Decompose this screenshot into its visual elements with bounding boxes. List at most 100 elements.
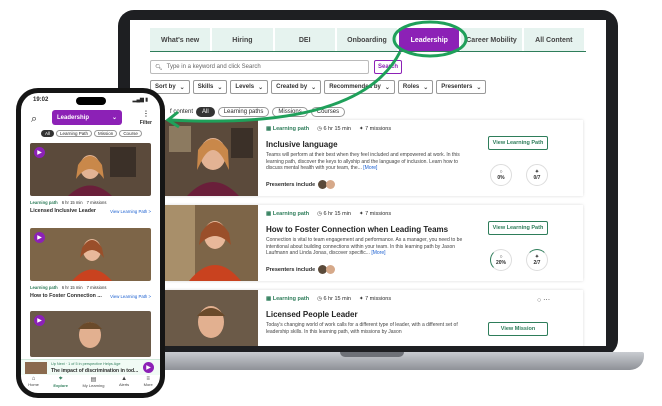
tab-all-content[interactable]: All Content [523,28,584,52]
chip-missions[interactable]: Missions [272,107,308,117]
chip-courses[interactable]: Courses [310,107,346,117]
content-type-filter: f content All Learning paths Missions Co… [170,107,346,117]
card-title[interactable]: How to Foster Connection when Leading Te… [266,225,448,234]
card-title[interactable]: Licensed Inclusive Leader [30,208,96,214]
content-card[interactable]: ▦ Learning path ◷ 6 hr 15 min ✦ 7 missio… [165,205,583,281]
card-thumbnail[interactable] [165,290,258,346]
tab-dei[interactable]: DEI [274,28,335,52]
nav-label: My Learning [82,383,105,388]
nav-more[interactable]: ≡ More [144,376,153,393]
card-thumbnail[interactable] [165,120,258,196]
presenter-photo [165,290,258,346]
filter-label: Roles [402,84,420,90]
card-meta: ▦ Learning path ◷ 6 hr 15 min ✦ 7 missio… [266,126,391,132]
nav-alerts[interactable]: ▲ Alerts [119,376,129,393]
search-button[interactable]: Search [374,60,402,74]
search-placeholder: Type in a keyword and click Search [166,64,261,70]
card-title-row: Licensed Inclusive Leader View Learning … [30,208,151,214]
chip-all[interactable]: All [41,130,55,137]
more-link[interactable]: [More] [371,250,385,256]
presenter-photo [165,120,258,196]
presenter-photo [165,205,258,281]
filter-skills[interactable]: Skills ⌄ [192,80,228,94]
chevron-down-icon: ⌄ [311,84,317,91]
laptop-screen: What's new Hiring DEI Onboarding Leaders… [130,20,606,346]
play-icon[interactable]: ▶ [34,232,45,243]
mini-player-subtitle: Up Next · 1 of 5 in perspective Helps Ag… [51,362,121,366]
card-description: Today's changing world of work calls for… [266,322,458,335]
view-mission-button[interactable]: View Mission [488,322,548,336]
card-thumbnail[interactable]: ▶ [30,311,151,357]
search-icon[interactable]: ⌕ [31,113,37,126]
duration: 6 hr 15 min [61,200,83,205]
card-thumbnail[interactable]: ▶ [30,228,151,281]
nav-home[interactable]: ⌂ Home [28,376,39,393]
content-card[interactable]: ▦ Learning path ◷ 6 hr 15 min ✦ 7 missio… [165,120,583,196]
search-input[interactable]: 🔍︎ Type in a keyword and click Search [150,60,369,74]
nav-label: Alerts [118,382,130,387]
filter-created-by[interactable]: Created by ⌄ [271,80,322,94]
phone-content-card[interactable]: ▶ Learning path 6 hr 15 min 7 missions L… [30,143,151,214]
sliders-icon: ⫶ [144,109,148,119]
chip-learning-path[interactable]: Learning Path [56,130,93,137]
presenters-label: Presenters include [266,266,316,273]
filter-label: Skills [197,84,214,90]
missions-count: ✦ 7 missions [358,126,392,132]
filter-label: Recommended by [329,84,381,90]
search-icon: 🔍︎ [155,64,163,71]
filter-roles[interactable]: Roles ⌄ [397,80,434,94]
filter-levels[interactable]: Levels ⌄ [230,80,269,94]
play-icon[interactable]: ▶ [34,147,45,158]
chevron-down-icon: ⌄ [258,84,264,91]
tab-career-mobility[interactable]: Career Mobility [461,28,522,52]
more-options-icon[interactable]: ○ ⋯ [537,296,550,304]
mini-player[interactable]: Up Next · 1 of 5 in perspective Helps Ag… [21,359,160,375]
chip-learning-paths[interactable]: Learning paths [217,107,270,117]
tab-hiring[interactable]: Hiring [212,28,273,52]
filter-button[interactable]: ⫶ Filter [140,109,152,126]
duration: 6 hr 15 min [61,285,83,290]
phone-content-card[interactable]: ▶ [30,311,151,357]
view-learning-path-link[interactable]: View Learning Path > [110,294,151,299]
card-thumbnail[interactable]: ▶ [30,143,151,196]
view-learning-path-button[interactable]: View Learning Path [488,136,548,150]
filter-label: Levels [235,84,255,90]
category-select[interactable]: Leadership ⌄ [52,110,122,125]
filter-recommended-by[interactable]: Recommended by ⌄ [324,80,395,94]
chevron-down-icon: ⌄ [476,84,482,91]
avatar[interactable] [326,180,336,189]
content-card[interactable]: ▦ Learning path ◷ 6 hr 15 min ✦ 7 missio… [165,290,583,346]
status-time: 19:02 [33,97,49,103]
chip-mission[interactable]: Mission [94,130,118,137]
phone-content-card[interactable]: ▶ Learning path 6 hr 15 min 7 missions H… [30,228,151,299]
mini-player-title: The impact of discrimination in tod... [51,368,139,374]
presenters: Presenters include [266,265,336,274]
play-icon[interactable]: ▶ [34,315,45,326]
explore-icon: ⌖ [58,376,63,382]
tab-leadership[interactable]: Leadership [399,28,460,52]
card-description: Teams will perform at their best when th… [266,152,460,171]
tab-onboarding[interactable]: Onboarding [336,28,398,52]
missions-progress: 0/7 [533,175,541,181]
avatar[interactable] [326,265,336,274]
view-learning-path-link[interactable]: View Learning Path > [110,209,151,214]
category-tabs: What's new Hiring DEI Onboarding Leaders… [150,28,586,52]
filter-presenters[interactable]: Presenters ⌄ [436,80,487,94]
bottom-nav: ⌂ Home ⌖ Explore ▤ My Learning ▲ Alerts ≡ Mor… [21,376,160,393]
more-link[interactable]: [More] [363,165,377,171]
card-thumbnail[interactable] [165,205,258,281]
card-title[interactable]: Licensed People Leader [266,310,358,319]
card-title[interactable]: Inclusive language [266,140,338,149]
tab-whats-new[interactable]: What's new [150,28,211,52]
card-title[interactable]: How to Foster Connection ... [30,293,102,299]
filter-bar: Sort by ⌄ Skills ⌄ Levels ⌄ Created by ⌄ Rec… [150,80,487,94]
presenter-photo [30,228,151,281]
play-icon[interactable]: ▶ [143,362,154,373]
chip-all[interactable]: All [196,107,215,117]
chip-course[interactable]: Course [119,130,142,137]
laptop-notch [340,352,404,357]
nav-explore[interactable]: ⌖ Explore [53,376,68,393]
view-learning-path-button[interactable]: View Learning Path [488,221,548,235]
nav-my-learning[interactable]: ▤ My Learning [82,376,104,393]
learning-path-label: ▦ Learning path [266,126,310,132]
